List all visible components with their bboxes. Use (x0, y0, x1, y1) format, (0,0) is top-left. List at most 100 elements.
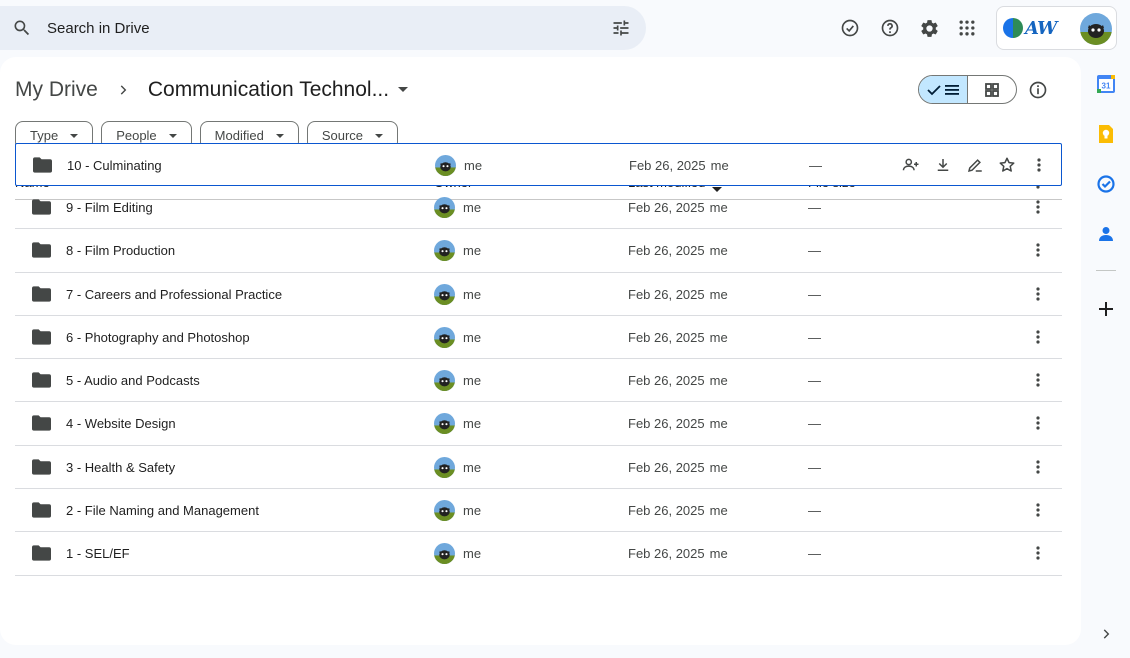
modified-date: Feb 26, 2025 (629, 158, 706, 173)
dropdown-arrow-icon (275, 133, 284, 138)
download-icon[interactable] (934, 156, 952, 177)
grid-view-button[interactable] (968, 76, 1016, 103)
contacts-icon[interactable] (1092, 220, 1120, 248)
side-panel-expand-chevron-icon[interactable] (1099, 627, 1113, 646)
row-name[interactable]: 6 - Photography and Photoshop (66, 330, 250, 345)
modified-date: Feb 26, 2025 (628, 243, 705, 259)
row-name[interactable]: 4 - Website Design (66, 416, 176, 431)
star-icon[interactable] (998, 156, 1016, 177)
row-file-size: — (808, 503, 821, 519)
modified-date: Feb 26, 2025 (628, 286, 705, 302)
row-name[interactable]: 5 - Audio and Podcasts (66, 373, 200, 388)
more-actions-icon[interactable] (1031, 286, 1045, 305)
more-actions-icon[interactable] (1031, 415, 1045, 434)
modified-date: Feb 26, 2025 (628, 416, 705, 432)
owner-avatar (434, 543, 455, 565)
row-file-size: — (808, 416, 821, 432)
folder-icon (32, 415, 51, 434)
table-row[interactable]: 6 - Photography and Photoshop me Feb 26, 2… (15, 316, 1062, 360)
modified-date: Feb 26, 2025 (628, 546, 705, 562)
row-owner: me (434, 370, 481, 392)
search-options-icon[interactable] (596, 18, 646, 38)
owner-avatar (434, 197, 455, 218)
row-last-modified: Feb 26, 2025 me (628, 503, 728, 518)
folder-icon (32, 372, 51, 391)
tasks-icon[interactable] (1092, 170, 1120, 198)
folder-icon (32, 242, 51, 261)
account-switcher[interactable]: AW (996, 6, 1117, 50)
search-input[interactable]: Search in Drive (47, 20, 596, 37)
row-owner: me (434, 413, 482, 435)
row-name[interactable]: 8 - Film Production (66, 243, 175, 258)
table-row[interactable]: 4 - Website Design me Feb 26, 2025 me — (15, 402, 1062, 446)
table-row[interactable]: 3 - Health & Safety me Feb 26, 2025 me — (15, 446, 1062, 490)
row-name[interactable]: 3 - Health & Safety (66, 460, 175, 475)
more-actions-icon[interactable] (1031, 502, 1045, 521)
modified-by: me (710, 158, 729, 173)
row-file-size: — (808, 373, 821, 389)
apps-grid-icon[interactable] (956, 17, 978, 39)
table-row[interactable]: 9 - Film Editing me Feb 26, 2025 me — (15, 186, 1062, 230)
modified-by: me (709, 373, 728, 389)
row-name[interactable]: 1 - SEL/EF (66, 546, 130, 561)
search-icon[interactable] (0, 18, 44, 38)
owner-label: me (463, 503, 482, 519)
chevron-right-icon (116, 83, 130, 97)
row-last-modified: Feb 26, 2025 me (628, 200, 728, 215)
offline-ready-icon[interactable] (839, 17, 861, 39)
table-row[interactable]: 7 - Careers and Professional Practice me F… (15, 273, 1062, 316)
more-actions-icon[interactable] (1032, 157, 1046, 176)
keep-icon[interactable] (1092, 120, 1120, 148)
add-addon-plus-icon[interactable] (1092, 295, 1120, 323)
row-file-size: — (808, 286, 821, 302)
modified-by: me (709, 200, 728, 215)
row-file-size: — (808, 459, 821, 475)
row-last-modified: Feb 26, 2025 me (629, 158, 729, 173)
share-add-person-icon[interactable] (902, 156, 920, 177)
search-bar[interactable]: Search in Drive (0, 6, 646, 50)
table-row[interactable]: 8 - Film Production me Feb 26, 2025 me — (15, 229, 1062, 273)
more-actions-icon[interactable] (1031, 242, 1045, 261)
owner-avatar (434, 500, 455, 522)
owner-label: me (463, 416, 482, 432)
calendar-icon[interactable]: 31 (1092, 70, 1120, 98)
more-actions-icon[interactable] (1031, 372, 1045, 391)
settings-gear-icon[interactable] (918, 17, 940, 39)
table-row[interactable]: 10 - Culminating me Feb 26, 2025 me — (15, 143, 1062, 186)
row-owner: me (434, 240, 481, 262)
breadcrumb-my-drive[interactable]: My Drive (15, 78, 98, 102)
row-owner: me (434, 283, 481, 305)
owner-label: me (463, 329, 482, 345)
info-icon[interactable] (1028, 80, 1048, 100)
row-last-modified: Feb 26, 2025 me (628, 460, 728, 475)
folder-menu-caret-icon[interactable] (397, 81, 409, 99)
folder-icon (32, 199, 51, 218)
more-actions-icon[interactable] (1031, 199, 1045, 218)
more-actions-icon[interactable] (1031, 329, 1045, 348)
list-view-button[interactable] (919, 76, 968, 103)
table-row[interactable]: 2 - File Naming and Management me Feb 26, … (15, 489, 1062, 533)
profile-avatar[interactable] (1080, 13, 1112, 45)
row-last-modified: Feb 26, 2025 me (628, 243, 728, 258)
table-row[interactable]: 1 - SEL/EF me Feb 26, 2025 me — (15, 532, 1062, 576)
rename-edit-icon[interactable] (966, 156, 984, 177)
help-icon[interactable] (879, 17, 901, 39)
modified-date: Feb 26, 2025 (628, 200, 705, 215)
table-row[interactable]: 5 - Audio and Podcasts me Feb 26, 2025 me — (15, 359, 1062, 403)
modified-by: me (709, 329, 728, 345)
row-name[interactable]: 2 - File Naming and Management (66, 503, 259, 518)
row-name[interactable]: 9 - Film Editing (66, 200, 153, 215)
more-actions-icon[interactable] (1031, 459, 1045, 478)
modified-date: Feb 26, 2025 (628, 373, 705, 389)
layout-toggle[interactable] (918, 75, 1017, 104)
breadcrumb-current-folder[interactable]: Communication Technol... (148, 78, 389, 102)
folder-icon (32, 329, 51, 348)
more-actions-icon[interactable] (1031, 545, 1045, 564)
row-owner: me (434, 197, 481, 218)
row-owner: me (435, 155, 482, 176)
row-file-size: — (809, 158, 822, 173)
row-name[interactable]: 10 - Culminating (67, 158, 162, 173)
file-list: 10 - Culminating me Feb 26, 2025 me —9 - Fil… (15, 143, 1062, 576)
row-name[interactable]: 7 - Careers and Professional Practice (66, 287, 282, 302)
row-owner: me (434, 543, 481, 565)
